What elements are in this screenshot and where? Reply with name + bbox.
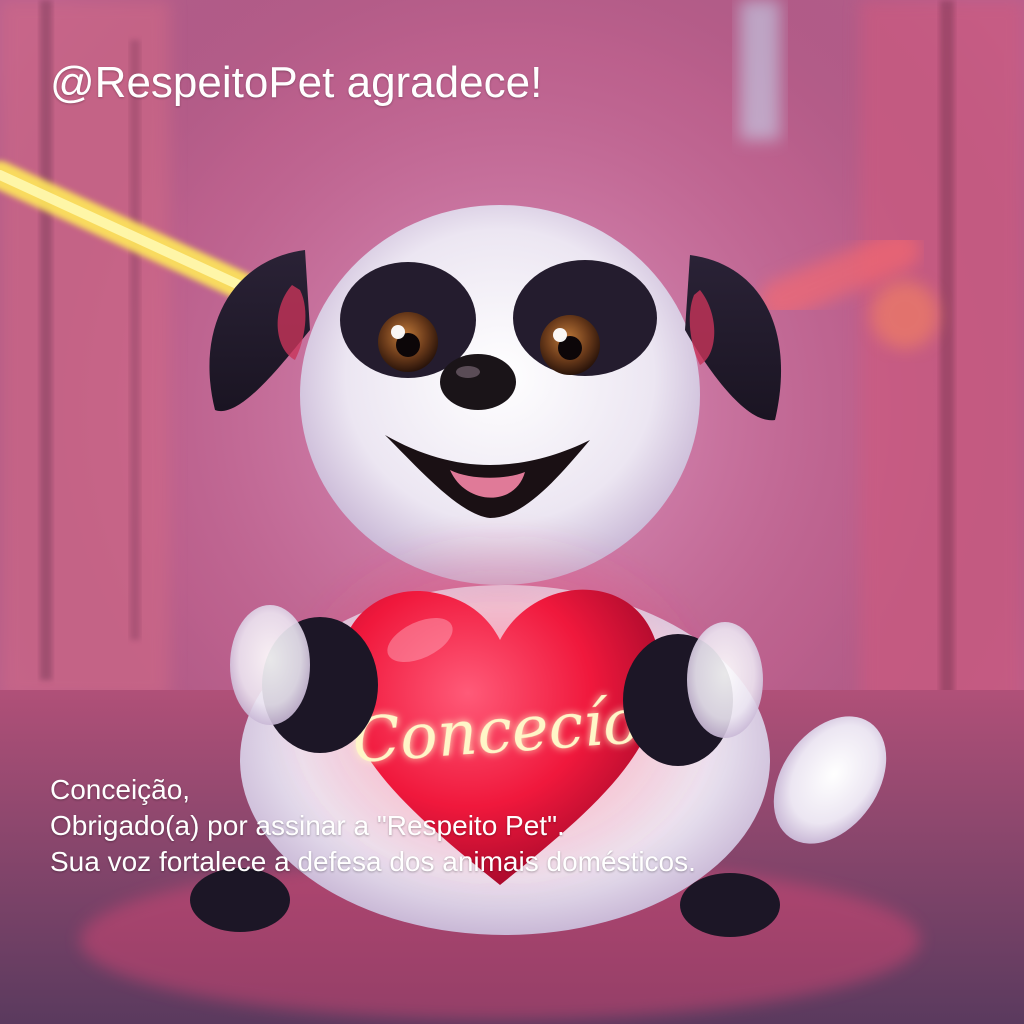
thank-you-card: Concecío @RespeitoPet agradece! Conceiçã… [0, 0, 1024, 1024]
thank-you-message: Conceição, Obrigado(a) por assinar a "Re… [50, 772, 696, 880]
message-line-thanks: Obrigado(a) por assinar a "Respeito Pet"… [50, 810, 565, 841]
headline: @RespeitoPet agradece! [50, 58, 543, 107]
message-line-name: Conceição, [50, 774, 191, 805]
message-line-cause: Sua voz fortalece a defesa dos animais d… [50, 846, 696, 877]
